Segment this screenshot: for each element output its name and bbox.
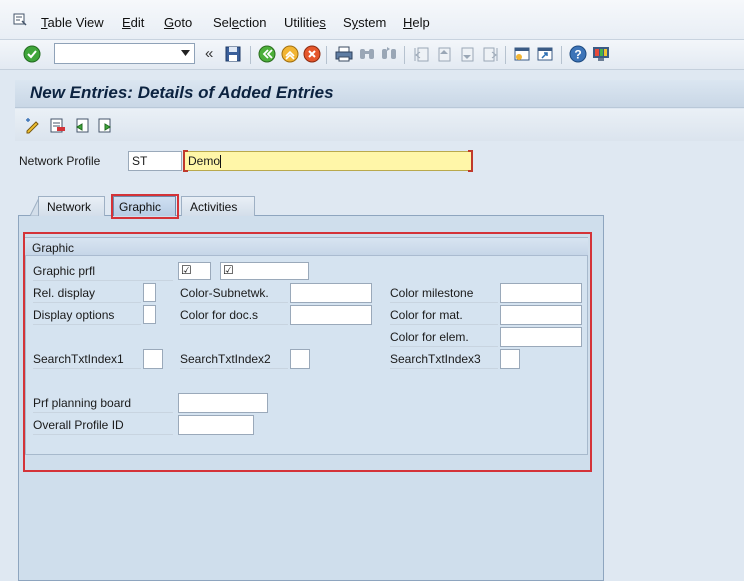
menu-list-icon[interactable] bbox=[13, 12, 27, 26]
search-txt-index1-label: SearchTxtIndex1 bbox=[33, 352, 141, 369]
graphic-prfl-checkbox-1[interactable]: ☑ bbox=[178, 262, 211, 280]
menu-bar: Table View Edit Goto Selection Utilities… bbox=[0, 0, 744, 40]
svg-text:?: ? bbox=[574, 48, 581, 62]
find-icon[interactable] bbox=[357, 44, 377, 64]
color-milestone-label: Color milestone bbox=[390, 286, 498, 303]
search-txt-index3-label: SearchTxtIndex3 bbox=[390, 352, 498, 369]
rel-display-label: Rel. display bbox=[33, 286, 141, 303]
search-txt-index2-label: SearchTxtIndex2 bbox=[180, 352, 288, 369]
exit-icon[interactable] bbox=[280, 44, 300, 64]
graphic-prfl-checkbox-2[interactable]: ☑ bbox=[220, 262, 309, 280]
toolbar-separator bbox=[326, 46, 327, 64]
color-doc-label: Color for doc.s bbox=[180, 308, 288, 325]
tab-network-label: Network bbox=[47, 200, 92, 214]
find-next-icon[interactable] bbox=[379, 44, 399, 64]
network-profile-label: Network Profile bbox=[19, 154, 101, 168]
graphic-prfl-label: Graphic prfl bbox=[33, 264, 173, 281]
delete-icon[interactable] bbox=[49, 117, 66, 134]
help-icon[interactable]: ? bbox=[568, 44, 588, 64]
color-mat-label: Color for mat. bbox=[390, 308, 498, 325]
network-profile-description-text: Demo bbox=[188, 154, 221, 168]
page-title: New Entries: Details of Added Entries bbox=[30, 83, 334, 102]
text-cursor bbox=[220, 155, 222, 169]
menu-edit[interactable]: Edit bbox=[122, 15, 144, 30]
search-txt-index3-input[interactable] bbox=[500, 349, 520, 369]
rel-display-input[interactable] bbox=[143, 283, 156, 302]
required-marker-left bbox=[183, 150, 188, 172]
color-subnetwk-label: Color-Subnetwk. bbox=[180, 286, 288, 303]
command-field[interactable] bbox=[54, 43, 195, 64]
search-txt-index2-input[interactable] bbox=[290, 349, 310, 369]
back-icon[interactable] bbox=[257, 44, 277, 64]
color-subnetwk-input[interactable] bbox=[290, 283, 372, 303]
enter-icon[interactable] bbox=[22, 44, 42, 64]
display-change-icon[interactable] bbox=[25, 117, 42, 134]
toolbar-separator bbox=[404, 46, 405, 64]
shortcut-icon[interactable] bbox=[535, 44, 555, 64]
menu-utilities[interactable]: Utilities bbox=[284, 15, 326, 30]
cancel-icon[interactable] bbox=[302, 44, 322, 64]
menu-table-view[interactable]: Table View bbox=[41, 15, 104, 30]
tab-activities-label: Activities bbox=[190, 200, 238, 214]
search-txt-index1-input[interactable] bbox=[143, 349, 163, 369]
last-page-icon[interactable] bbox=[480, 44, 500, 64]
required-marker-right bbox=[468, 150, 473, 172]
color-doc-input[interactable] bbox=[290, 305, 372, 325]
tab-activities[interactable]: Activities bbox=[181, 196, 255, 216]
create-session-icon[interactable] bbox=[512, 44, 532, 64]
toolbar-separator bbox=[505, 46, 506, 64]
previous-entry-icon[interactable] bbox=[73, 117, 90, 134]
print-icon[interactable] bbox=[334, 44, 354, 64]
menu-help[interactable]: Help bbox=[403, 15, 430, 30]
color-elem-input[interactable] bbox=[500, 327, 582, 347]
title-bar: New Entries: Details of Added Entries bbox=[15, 80, 744, 108]
next-entry-icon[interactable] bbox=[97, 117, 114, 134]
first-page-icon[interactable] bbox=[412, 44, 432, 64]
menu-system[interactable]: System bbox=[343, 15, 386, 30]
tab-graphic-highlight bbox=[111, 194, 179, 219]
menu-goto[interactable]: Goto bbox=[164, 15, 192, 30]
display-options-input[interactable] bbox=[143, 305, 156, 324]
chevron-down-icon[interactable] bbox=[181, 50, 190, 57]
application-toolbar bbox=[15, 109, 744, 141]
save-icon[interactable] bbox=[223, 44, 243, 64]
standard-toolbar: « ? bbox=[0, 40, 744, 70]
checkbox-checked-icon: ☑ bbox=[223, 263, 234, 277]
menu-selection[interactable]: Selection bbox=[213, 15, 267, 30]
overall-profile-id-input[interactable] bbox=[178, 415, 254, 435]
network-profile-input[interactable]: ST bbox=[128, 151, 182, 171]
color-mat-input[interactable] bbox=[500, 305, 582, 325]
color-elem-label: Color for elem. bbox=[390, 330, 498, 347]
prf-planning-board-label: Prf planning board bbox=[33, 396, 173, 413]
overall-profile-id-label: Overall Profile ID bbox=[33, 418, 173, 435]
previous-page-icon[interactable] bbox=[434, 44, 454, 64]
toolbar-separator bbox=[250, 46, 251, 64]
toolbar-separator bbox=[561, 46, 562, 64]
display-options-label: Display options bbox=[33, 308, 141, 325]
checkbox-checked-icon: ☑ bbox=[181, 263, 192, 277]
collapse-command-icon[interactable]: « bbox=[205, 45, 213, 62]
tab-network[interactable]: Network bbox=[38, 196, 105, 216]
network-profile-description[interactable]: Demo bbox=[184, 151, 472, 171]
customize-layout-icon[interactable] bbox=[591, 44, 611, 64]
prf-planning-board-input[interactable] bbox=[178, 393, 268, 413]
next-page-icon[interactable] bbox=[457, 44, 477, 64]
color-milestone-input[interactable] bbox=[500, 283, 582, 303]
